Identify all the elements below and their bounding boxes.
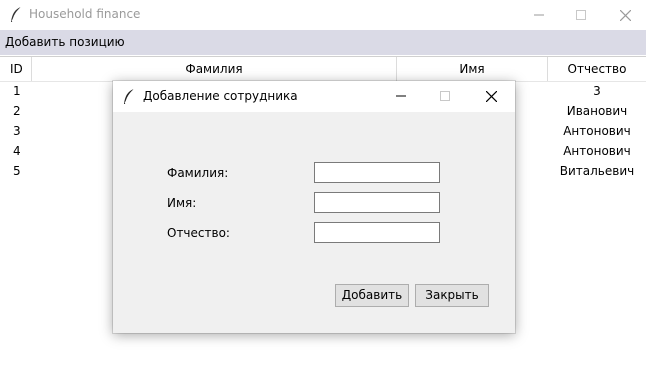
cell-middle-name: Антонович: [563, 124, 631, 138]
dialog-close-button[interactable]: [469, 81, 513, 112]
maximize-icon: [440, 91, 450, 101]
cell-id: 1: [13, 84, 21, 98]
maximize-icon: [576, 10, 586, 20]
last-name-label: Фамилия:: [167, 166, 229, 180]
dialog-maximize-button[interactable]: [423, 81, 467, 112]
first-name-label: Имя:: [167, 196, 197, 210]
cell-middle-name: Иванович: [566, 104, 628, 118]
minimize-icon: [396, 95, 406, 97]
close-icon: [620, 10, 631, 21]
last-name-field[interactable]: [314, 162, 440, 183]
middle-name-label: Отчество:: [167, 226, 230, 240]
feather-icon: [122, 88, 136, 106]
menu-bar: Добавить позицию: [0, 30, 646, 55]
first-name-field[interactable]: [314, 192, 440, 213]
table-header: ID Фамилия Имя Отчество: [0, 57, 646, 82]
minimize-icon: [534, 14, 544, 16]
cell-id: 2: [13, 104, 21, 118]
window-title: Household finance: [29, 7, 141, 21]
column-header-middle-name[interactable]: Отчество: [548, 57, 646, 81]
dialog-minimize-button[interactable]: [379, 81, 423, 112]
menu-item-add-position[interactable]: Добавить позицию: [5, 35, 125, 49]
cell-middle-name: 3: [593, 84, 601, 98]
cell-id: 4: [13, 144, 21, 158]
dialog-title-bar: Добавление сотрудника: [113, 81, 515, 112]
minimize-button[interactable]: [516, 0, 562, 30]
feather-icon: [9, 6, 23, 24]
cell-middle-name: Антонович: [563, 144, 631, 158]
column-header-id[interactable]: ID: [0, 57, 32, 81]
middle-name-field[interactable]: [314, 222, 440, 243]
close-window-button[interactable]: [602, 0, 646, 30]
add-employee-dialog: Добавление сотрудника Фамилия: Имя: Отче…: [113, 81, 515, 333]
cell-id: 3: [13, 124, 21, 138]
column-header-last-name[interactable]: Фамилия: [32, 57, 397, 81]
add-button[interactable]: Добавить: [335, 284, 409, 307]
column-header-first-name[interactable]: Имя: [397, 57, 548, 81]
close-icon: [486, 91, 497, 102]
cell-middle-name: Витальевич: [559, 164, 635, 178]
dialog-title: Добавление сотрудника: [143, 89, 298, 103]
cell-id: 5: [13, 164, 21, 178]
maximize-button[interactable]: [558, 0, 604, 30]
main-title-bar: Household finance: [0, 0, 646, 30]
close-button[interactable]: Закрыть: [415, 284, 489, 307]
